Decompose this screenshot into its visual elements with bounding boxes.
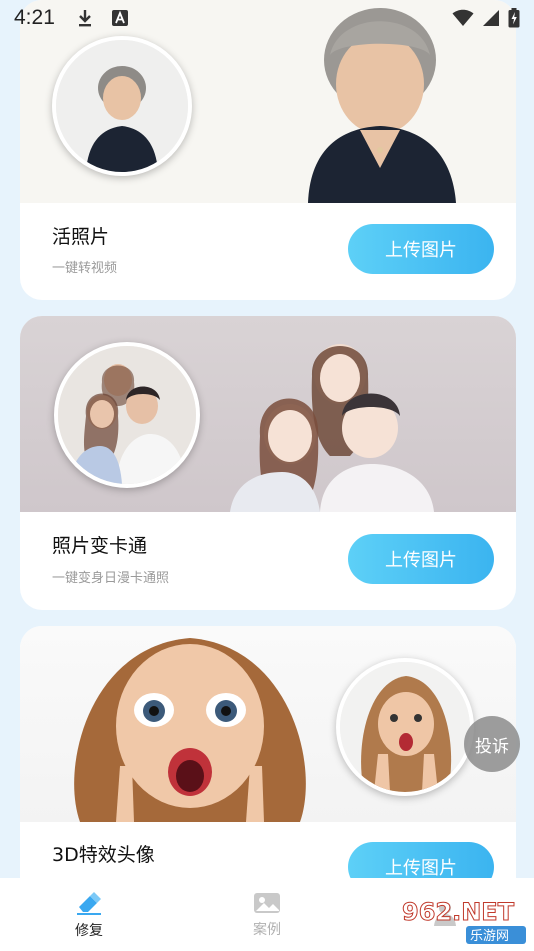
- image-icon: [254, 892, 280, 913]
- wifi-icon: [452, 9, 474, 26]
- nav-label: 案例: [253, 921, 281, 938]
- nav-item-repair[interactable]: 修复: [0, 878, 178, 951]
- avatar-sample-photo: [54, 342, 200, 488]
- card-banner-image: [20, 626, 516, 822]
- complaint-button[interactable]: 投诉: [464, 716, 520, 772]
- watermark-sub: 乐游网: [470, 929, 509, 944]
- avatar-sample-photo: [52, 36, 192, 176]
- upload-photo-button[interactable]: 上传图片: [348, 224, 494, 274]
- card-subtitle: 一键转视频: [52, 261, 118, 276]
- status-icons-left: [77, 8, 129, 28]
- card-live-photo[interactable]: 活照片 一键转视频 上传图片: [20, 0, 516, 300]
- upload-photo-button[interactable]: 上传图片: [348, 534, 494, 584]
- avatar-sample-photo: [336, 658, 474, 796]
- card-cartoon-photo[interactable]: 照片变卡通 一键变身日漫卡通照 上传图片: [20, 316, 516, 610]
- status-time: 4:21: [14, 6, 55, 29]
- battery-charging-icon: [508, 8, 520, 28]
- card-title: 3D特效头像: [52, 844, 155, 866]
- site-watermark-logo: 962.NET 乐游网: [402, 898, 526, 944]
- card-banner-image: [20, 316, 516, 512]
- nav-label: 修复: [75, 922, 103, 939]
- card-title: 照片变卡通: [52, 535, 148, 557]
- status-bar: 4:21: [0, 0, 534, 36]
- download-icon: [78, 10, 91, 27]
- text-a-icon: [111, 10, 128, 26]
- card-subtitle: 一键变身日漫卡通照: [52, 571, 170, 586]
- card-title: 活照片: [52, 226, 110, 248]
- signal-icon: [483, 10, 499, 26]
- nav-item-cases[interactable]: 案例: [178, 878, 356, 951]
- status-icons-right: [452, 8, 520, 28]
- eraser-icon: [77, 891, 101, 915]
- watermark-main: 962.NET: [402, 898, 515, 926]
